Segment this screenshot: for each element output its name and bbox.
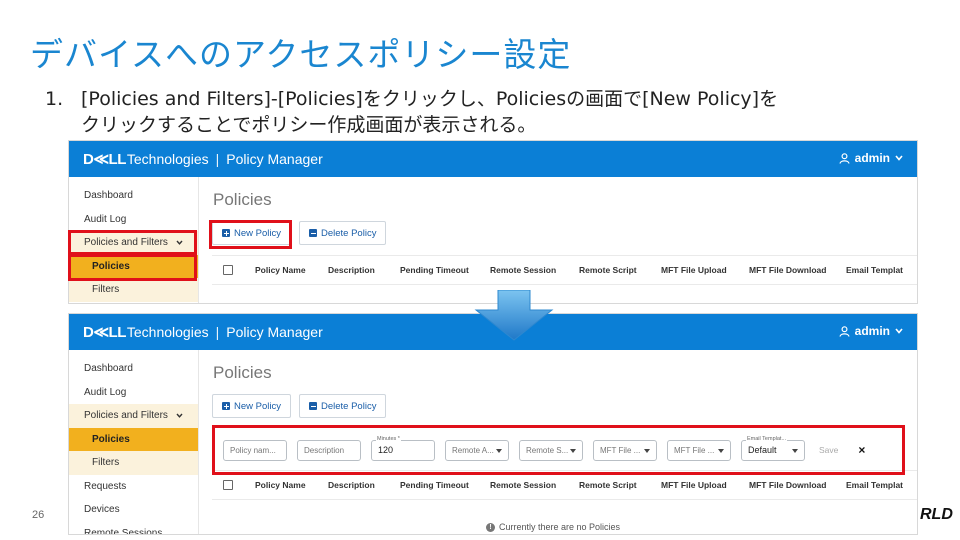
column-header[interactable]: Policy Name	[255, 480, 328, 490]
info-icon: !	[486, 522, 495, 532]
column-header[interactable]: Policy Name	[255, 265, 328, 275]
highlight-policies	[68, 254, 197, 281]
delete-policy-label: Delete Policy	[321, 400, 377, 412]
sidebar-item-filters[interactable]: Filters	[69, 278, 198, 302]
column-header[interactable]: MFT File Download	[749, 265, 846, 275]
corner-logo: RLD	[920, 506, 953, 523]
sidebar-item-dashboard[interactable]: Dashboard	[69, 184, 198, 208]
sidebar: Dashboard Audit Log Policies and Filters…	[69, 350, 199, 534]
user-icon	[839, 325, 850, 337]
column-header[interactable]: Email Templat	[846, 265, 903, 275]
empty-state-message: Currently there are no Policies	[499, 522, 621, 532]
arrow-down-icon	[474, 290, 554, 341]
app-screenshot-after: D≪LL Technologies | Policy Manager admin …	[68, 313, 918, 535]
sidebar-item-remote-sessions[interactable]: Remote Sessions	[69, 522, 198, 534]
table-header: Policy Name Description Pending Timeout …	[212, 255, 917, 285]
select-all-checkbox[interactable]	[223, 480, 233, 490]
column-header[interactable]: Remote Session	[490, 480, 579, 490]
plus-icon	[222, 402, 230, 410]
column-header[interactable]: Pending Timeout	[400, 480, 490, 490]
column-header[interactable]: Remote Script	[579, 480, 661, 490]
column-header[interactable]: Pending Timeout	[400, 265, 490, 275]
dell-logo: D≪LL	[83, 151, 126, 168]
delete-policy-label: Delete Policy	[321, 227, 377, 239]
chevron-down-icon	[895, 328, 903, 334]
sidebar-item-filters[interactable]: Filters	[69, 451, 198, 475]
sidebar-item-dashboard[interactable]: Dashboard	[69, 357, 198, 381]
empty-state: ! Currently there are no Policies	[486, 522, 620, 532]
user-name: admin	[854, 151, 890, 165]
column-header[interactable]: Description	[328, 480, 400, 490]
column-header[interactable]: MFT File Download	[749, 480, 846, 490]
slide-title: デバイスへのアクセスポリシー設定	[30, 35, 572, 74]
toolbar: New Policy Delete Policy	[212, 394, 917, 418]
column-header[interactable]: Remote Session	[490, 265, 579, 275]
user-name: admin	[854, 324, 890, 338]
sidebar-item-audit-log[interactable]: Audit Log	[69, 381, 198, 405]
sidebar-item-label: Policies and Filters	[84, 410, 168, 422]
column-header[interactable]: MFT File Upload	[661, 480, 749, 490]
column-header[interactable]: Description	[328, 265, 400, 275]
column-header[interactable]: Email Templat	[846, 480, 903, 490]
user-menu[interactable]: admin	[839, 324, 903, 338]
chevron-down-icon	[895, 155, 903, 161]
column-header[interactable]: Remote Script	[579, 265, 661, 275]
brand-separator: |	[215, 151, 220, 167]
step-line-2: クリックすることでポリシー作成画面が表示される。	[81, 114, 537, 136]
page-title: Policies	[213, 190, 272, 209]
delete-policy-button[interactable]: Delete Policy	[299, 394, 387, 418]
user-icon	[839, 152, 850, 164]
delete-policy-button[interactable]: Delete Policy	[299, 221, 387, 245]
new-policy-button[interactable]: New Policy	[212, 394, 291, 418]
user-menu[interactable]: admin	[839, 151, 903, 165]
new-policy-label: New Policy	[234, 400, 281, 412]
product-name: Policy Manager	[226, 324, 323, 340]
step-number: 1.	[45, 88, 64, 110]
column-header[interactable]: MFT File Upload	[661, 265, 749, 275]
brand-separator: |	[215, 324, 220, 340]
minus-icon	[309, 402, 317, 410]
sidebar-item-policies-and-filters[interactable]: Policies and Filters	[69, 404, 198, 428]
toolbar: New Policy Delete Policy	[212, 221, 917, 245]
sidebar-item-devices[interactable]: Devices	[69, 498, 198, 522]
step-text: 1. [Policies and Filters]-[Policies]をクリック…	[45, 86, 778, 138]
sidebar-item-policies[interactable]: Policies	[69, 427, 198, 451]
sidebar-item-requests[interactable]: Requests	[69, 475, 198, 499]
highlight-policies-and-filters	[68, 230, 197, 255]
chevron-down-icon	[176, 413, 183, 419]
app-header: D≪LL Technologies | Policy Manager admin	[69, 141, 917, 177]
sidebar-item-audit-log[interactable]: Audit Log	[69, 208, 198, 232]
highlight-new-policy	[209, 220, 292, 249]
brand-logo: D≪LL Technologies | Policy Manager	[83, 150, 323, 168]
step-line-1: [Policies and Filters]-[Policies]をクリックし、…	[81, 88, 779, 110]
page-number: 26	[32, 509, 45, 521]
brand-logo: D≪LL Technologies | Policy Manager	[83, 323, 323, 341]
minus-icon	[309, 229, 317, 237]
dell-logo: D≪LL	[83, 324, 126, 341]
highlight-new-policy-form	[212, 425, 905, 475]
select-all-checkbox[interactable]	[223, 265, 233, 275]
technologies-logo: Technologies	[126, 151, 209, 167]
product-name: Policy Manager	[226, 151, 323, 167]
page-title: Policies	[213, 363, 272, 382]
main-content: Policies New Policy Delete Policy Policy…	[200, 177, 917, 303]
technologies-logo: Technologies	[126, 324, 209, 340]
